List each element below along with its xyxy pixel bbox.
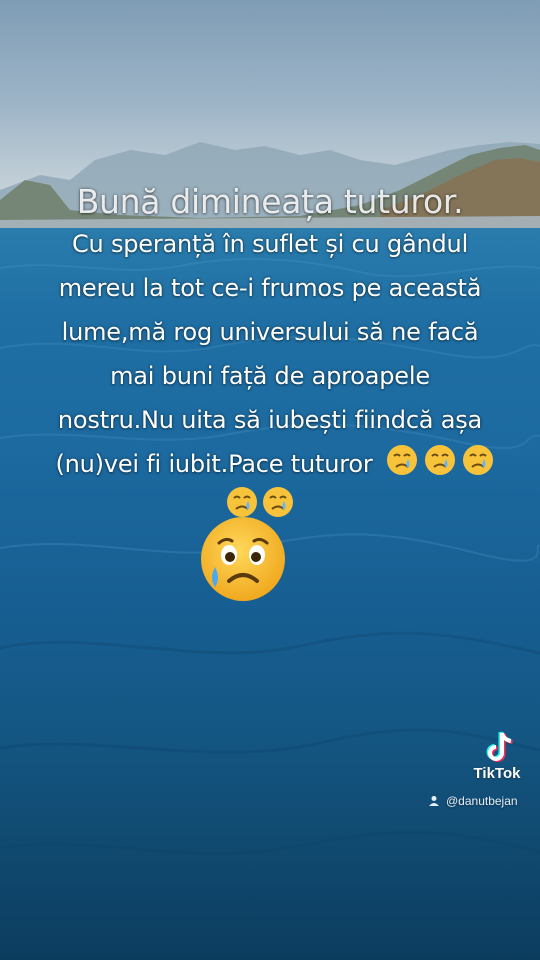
creator-handle-text: @danutbejan: [446, 794, 518, 808]
caption-line: nostru.Nu uita să iubești fiindcă așa: [57, 406, 483, 434]
caption-line: (nu)vei fi iubit.Pace tuturor: [55, 450, 373, 478]
caption-line: lume,mă rog universului să ne facă: [61, 318, 479, 346]
crying-face-icon: [425, 445, 455, 475]
caption-line: Cu speranță în suflet și cu gândul: [71, 230, 469, 258]
crying-face-icon: [263, 487, 293, 517]
crying-face-icon: [227, 487, 257, 517]
creator-handle: @danutbejan: [428, 792, 518, 810]
crying-face-icon: [387, 445, 417, 475]
caption-line: mereu la tot ce-i frumos pe această: [58, 274, 482, 302]
tiktok-logo-icon: [486, 731, 513, 762]
crying-face-icon: [463, 445, 493, 475]
user-icon: [429, 796, 439, 806]
caption-title: Bună dimineața tuturor.: [76, 182, 464, 221]
tiktok-brand-label: TikTok: [473, 765, 521, 782]
video-frame: Bună dimineața tuturor. Cu speranță în s…: [0, 0, 540, 960]
caption-line: mai buni față de aproapele: [110, 362, 430, 390]
sad-tear-face-icon: [201, 517, 285, 601]
